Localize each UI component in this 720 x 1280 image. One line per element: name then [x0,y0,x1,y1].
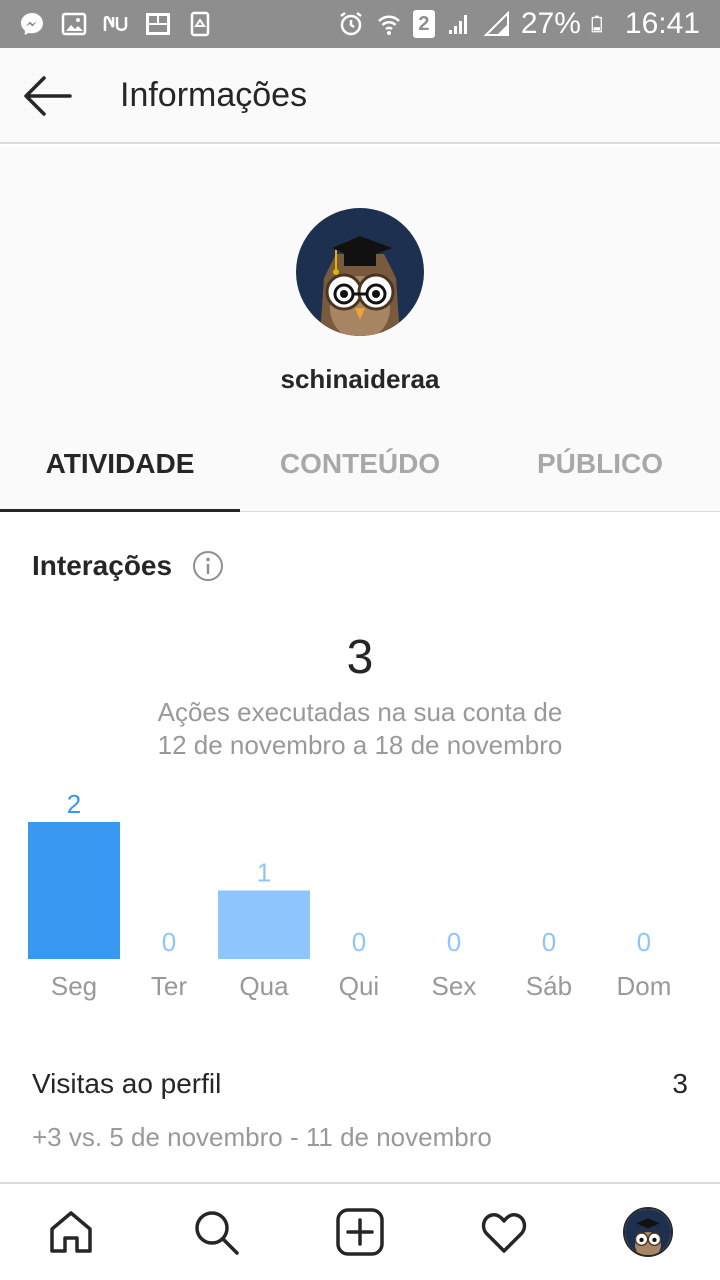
subtitle-line-2: 12 de novembro a 18 de novembro [157,730,563,760]
back-arrow-icon[interactable] [22,74,72,118]
sim-badge: 2 [412,10,435,38]
chart-value-label: 2 [67,789,81,819]
alarm-icon [340,12,362,36]
chart-value-label: 0 [542,927,556,957]
chart-day-label: Sex [432,971,477,1001]
owl-avatar-small [625,1209,671,1255]
photo-app-icon [146,13,170,35]
interactions-subtitle: Ações executadas na sua conta de 12 de n… [0,696,720,762]
chart-day-label: Qua [239,971,289,1001]
search-icon [195,1211,239,1255]
username: schinaideraa [280,364,440,394]
section-title: Interações [32,550,173,581]
activity-heart-icon [481,1213,527,1253]
chart-day-label: Dom [616,971,671,1001]
profile-avatar [623,1207,673,1257]
interactions-bar-chart: 2 Seg 0 Ter 1 Qua 0 Qui 0 Sex 0 Sáb 0 Dom [28,789,671,1001]
chart-bar-Qua [217,890,310,959]
messenger-icon [21,13,43,35]
profile-visits-comparison: +3 vs. 5 de novembro - 11 de novembro [32,1122,492,1152]
chart-day-label: Qui [339,971,379,1001]
bottom-navigation [0,1182,720,1280]
notification-icons [18,0,214,48]
clock: 16:41 [624,7,700,40]
new-post-icon [336,1208,384,1256]
app-bar: Informações [0,48,720,144]
battery-icon [591,15,602,33]
tab-conteudo[interactable]: CONTEÚDO [240,416,480,512]
chart-value-label: 0 [162,927,176,957]
tab-publico[interactable]: PÚBLICO [480,416,720,512]
chart-day-label: Seg [51,971,97,1001]
page-title: Informações [120,76,308,114]
signal-icon-2 [483,10,509,36]
chart-value-label: 0 [352,927,366,957]
profile-header: schinaideraa [0,146,720,416]
home-icon [50,1211,92,1253]
owl-avatar-image [296,208,424,336]
system-status: 2 27% 16:41 [337,0,700,48]
image-icon [61,12,87,36]
status-bar: 2 27% 16:41 [0,0,720,48]
chart-value-label: 0 [447,927,461,957]
profile-visits-label: Visitas ao perfil [32,1068,222,1099]
chart-value-label: 0 [637,927,651,957]
nav-activity[interactable] [476,1204,532,1260]
interactions-header: Interações [32,550,224,582]
chart-value-label: 1 [257,858,271,888]
nav-home[interactable] [43,1204,99,1260]
chart-day-label: Ter [151,971,187,1001]
nubank-icon [103,15,128,31]
insights-tabs: ATIVIDADE CONTEÚDO PÚBLICO [0,416,720,512]
profile-visits-value: 3 [672,1068,688,1099]
nav-new-post[interactable] [332,1204,388,1260]
avatar[interactable] [296,208,424,336]
signal-icon-1 [448,15,467,34]
battery-percent: 27% [520,7,581,40]
tab-atividade[interactable]: ATIVIDADE [0,416,240,512]
chart-bar-Seg [28,822,120,959]
nav-profile[interactable] [620,1204,676,1260]
interactions-total: 3 [346,631,374,684]
recycle-icon [190,11,210,37]
subtitle-line-1: Ações executadas na sua conta de [157,697,563,727]
nav-search[interactable] [188,1204,244,1260]
active-tab-indicator [0,509,240,512]
chart-day-label: Sáb [526,971,572,1001]
wifi-icon [377,15,400,35]
info-icon[interactable] [192,550,224,582]
